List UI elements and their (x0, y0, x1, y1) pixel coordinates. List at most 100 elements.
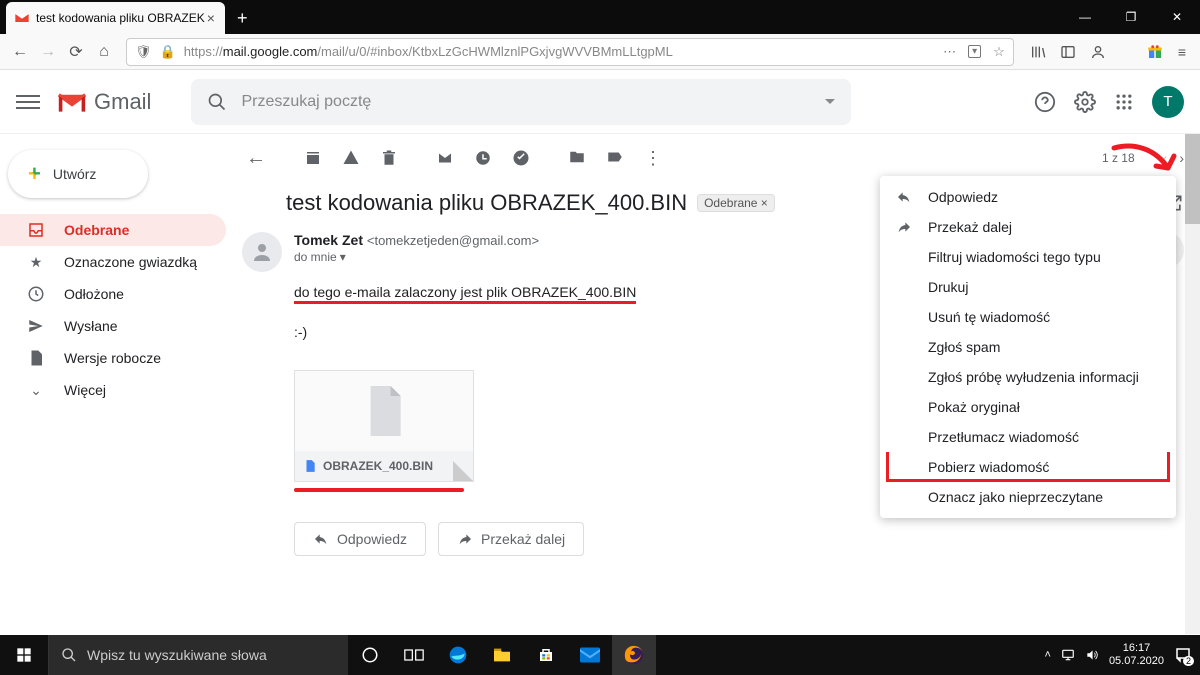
search-box[interactable] (191, 79, 851, 125)
close-tab-icon[interactable]: × (205, 10, 217, 26)
account-icon[interactable] (1090, 44, 1106, 60)
menu-phishing[interactable]: Zgłoś próbę wyłudzenia informacji (880, 362, 1176, 392)
url-host: mail.google.com (223, 44, 318, 59)
nav-back-button[interactable]: ← (6, 38, 34, 66)
back-to-inbox-button[interactable]: ← (246, 147, 266, 170)
windows-taskbar: Wpisz tu wyszukiwane słowa ˄ 16:17 05.07… (0, 635, 1200, 675)
window-close-button[interactable]: ✕ (1154, 0, 1200, 34)
new-tab-button[interactable]: + (225, 2, 260, 34)
menu-original[interactable]: Pokaż oryginał (880, 392, 1176, 422)
task-explorer-icon[interactable] (480, 635, 524, 675)
scrollbar-thumb[interactable] (1185, 134, 1200, 224)
labels-button[interactable] (606, 148, 624, 169)
menu-translate[interactable]: Przetłumacz wiadomość (880, 422, 1176, 452)
nav-more[interactable]: ⌄ Więcej (0, 374, 226, 406)
snooze-button[interactable] (474, 149, 492, 167)
nav-drafts[interactable]: Wersje robocze (0, 342, 226, 374)
delete-button[interactable] (380, 149, 398, 167)
more-actions-button[interactable]: ⋮ (644, 148, 662, 169)
compose-button[interactable]: + Utwórz (8, 150, 148, 198)
menu-download[interactable]: Pobierz wiadomość (880, 452, 1176, 482)
move-to-button[interactable] (568, 148, 586, 169)
settings-gear-icon[interactable] (1074, 91, 1096, 113)
gmail-header: Gmail T (0, 70, 1200, 134)
search-input[interactable] (239, 92, 825, 112)
tray-volume-icon[interactable] (1085, 648, 1099, 662)
drafts-icon (26, 349, 46, 367)
start-button[interactable] (0, 647, 48, 663)
extension-gift-icon[interactable] (1146, 43, 1164, 61)
gmail-brand-text: Gmail (94, 89, 151, 115)
file-type-icon (303, 459, 317, 473)
attachment-card[interactable]: OBRAZEK_400.BIN (294, 370, 474, 482)
page-scrollbar[interactable] (1185, 134, 1200, 634)
tray-network-icon[interactable] (1061, 648, 1075, 662)
account-avatar[interactable]: T (1152, 86, 1184, 118)
taskbar-search[interactable]: Wpisz tu wyszukiwane słowa (48, 635, 348, 675)
mail-subject: test kodowania pliku OBRAZEK_400.BIN (286, 190, 687, 216)
reply-button[interactable]: Odpowiedz (294, 522, 426, 556)
bookmark-star-icon[interactable]: ☆ (993, 44, 1005, 60)
nav-forward-button[interactable]: → (34, 38, 62, 66)
browser-tab[interactable]: test kodowania pliku OBRAZEK × (6, 2, 225, 34)
plus-icon: + (28, 161, 41, 187)
search-options-icon[interactable] (825, 99, 835, 104)
archive-button[interactable] (304, 149, 322, 167)
menu-delete[interactable]: Usuń tę wiadomość (880, 302, 1176, 332)
recipient-line[interactable]: do mnie ▾ (294, 250, 539, 264)
menu-filter[interactable]: Filtruj wiadomości tego typu (880, 242, 1176, 272)
task-edge-icon[interactable] (436, 635, 480, 675)
nav-snoozed[interactable]: Odłożone (0, 278, 226, 310)
menu-reply[interactable]: Odpowiedz (880, 182, 1176, 212)
menu-print[interactable]: Drukuj (880, 272, 1176, 302)
lock-icon: 🔒 (160, 44, 176, 60)
mark-unread-button[interactable] (436, 149, 454, 167)
main-menu-button[interactable] (16, 90, 40, 114)
menu-unread[interactable]: Oznacz jako nieprzeczytane (880, 482, 1176, 512)
support-icon[interactable] (1034, 91, 1056, 113)
search-icon (61, 647, 77, 663)
nav-sent[interactable]: Wysłane (0, 310, 226, 342)
menu-forward[interactable]: Przekaż dalej (880, 212, 1176, 242)
forward-button[interactable]: Przekaż dalej (438, 522, 584, 556)
google-apps-icon[interactable] (1114, 92, 1134, 112)
task-view-icon[interactable] (392, 635, 436, 675)
library-icon[interactable] (1030, 44, 1046, 60)
star-icon: ★ (26, 254, 46, 271)
nav-reload-button[interactable]: ⟳ (62, 38, 90, 66)
next-message-button[interactable]: › (1179, 150, 1184, 166)
tray-chevron-up-icon[interactable]: ˄ (1045, 649, 1051, 661)
task-mail-icon[interactable] (568, 635, 612, 675)
prev-message-button[interactable]: ‹ (1163, 150, 1168, 166)
tray-clock[interactable]: 16:17 05.07.2020 (1109, 642, 1164, 668)
page-actions-icon[interactable]: ⋯ (943, 44, 956, 60)
url-bar[interactable]: 🛡 🔒 https://mail.google.com/mail/u/0/#in… (126, 38, 1014, 66)
menu-spam[interactable]: Zgłoś spam (880, 332, 1176, 362)
app-menu-icon[interactable]: ≡ (1178, 44, 1186, 60)
window-maximize-button[interactable]: ❐ (1108, 0, 1154, 34)
gmail-logo[interactable]: Gmail (56, 89, 151, 115)
message-context-menu: Odpowiedz Przekaż dalej Filtruj wiadomoś… (880, 176, 1176, 518)
mail-toolbar: ← ⋮ 1 z 18 ‹ › (226, 134, 1184, 182)
task-store-icon[interactable] (524, 635, 568, 675)
nav-inbox[interactable]: Odebrane (0, 214, 226, 246)
report-spam-button[interactable] (342, 149, 360, 167)
nav-starred[interactable]: ★ Oznaczone gwiazdką (0, 246, 226, 278)
window-minimize-button[interactable]: — (1062, 0, 1108, 34)
mail-label-chip[interactable]: Odebrane × (697, 194, 775, 212)
task-firefox-icon[interactable] (612, 635, 656, 675)
tray-notifications-icon[interactable]: 2 (1174, 646, 1192, 664)
tracking-shield-icon[interactable]: 🛡 (135, 44, 152, 60)
gmail-sidebar: + Utwórz Odebrane ★ Oznaczone gwiazdką O… (0, 134, 226, 635)
browser-toolbar: ← → ⟳ ⌂ 🛡 🔒 https://mail.google.com/mail… (0, 34, 1200, 70)
sender-avatar[interactable] (242, 232, 282, 272)
task-cortana-icon[interactable] (348, 635, 392, 675)
browser-titlebar: test kodowania pliku OBRAZEK × + — ❐ ✕ (0, 0, 1200, 34)
nav-home-button[interactable]: ⌂ (90, 38, 118, 66)
reply-icon (896, 189, 912, 205)
chevron-down-icon: ▾ (340, 250, 346, 264)
add-to-tasks-button[interactable] (512, 149, 530, 167)
sidebar-icon[interactable] (1060, 44, 1076, 60)
reader-mode-icon[interactable]: ▾ (968, 45, 981, 58)
sender-email: <tomekzetjeden@gmail.com> (367, 233, 539, 248)
